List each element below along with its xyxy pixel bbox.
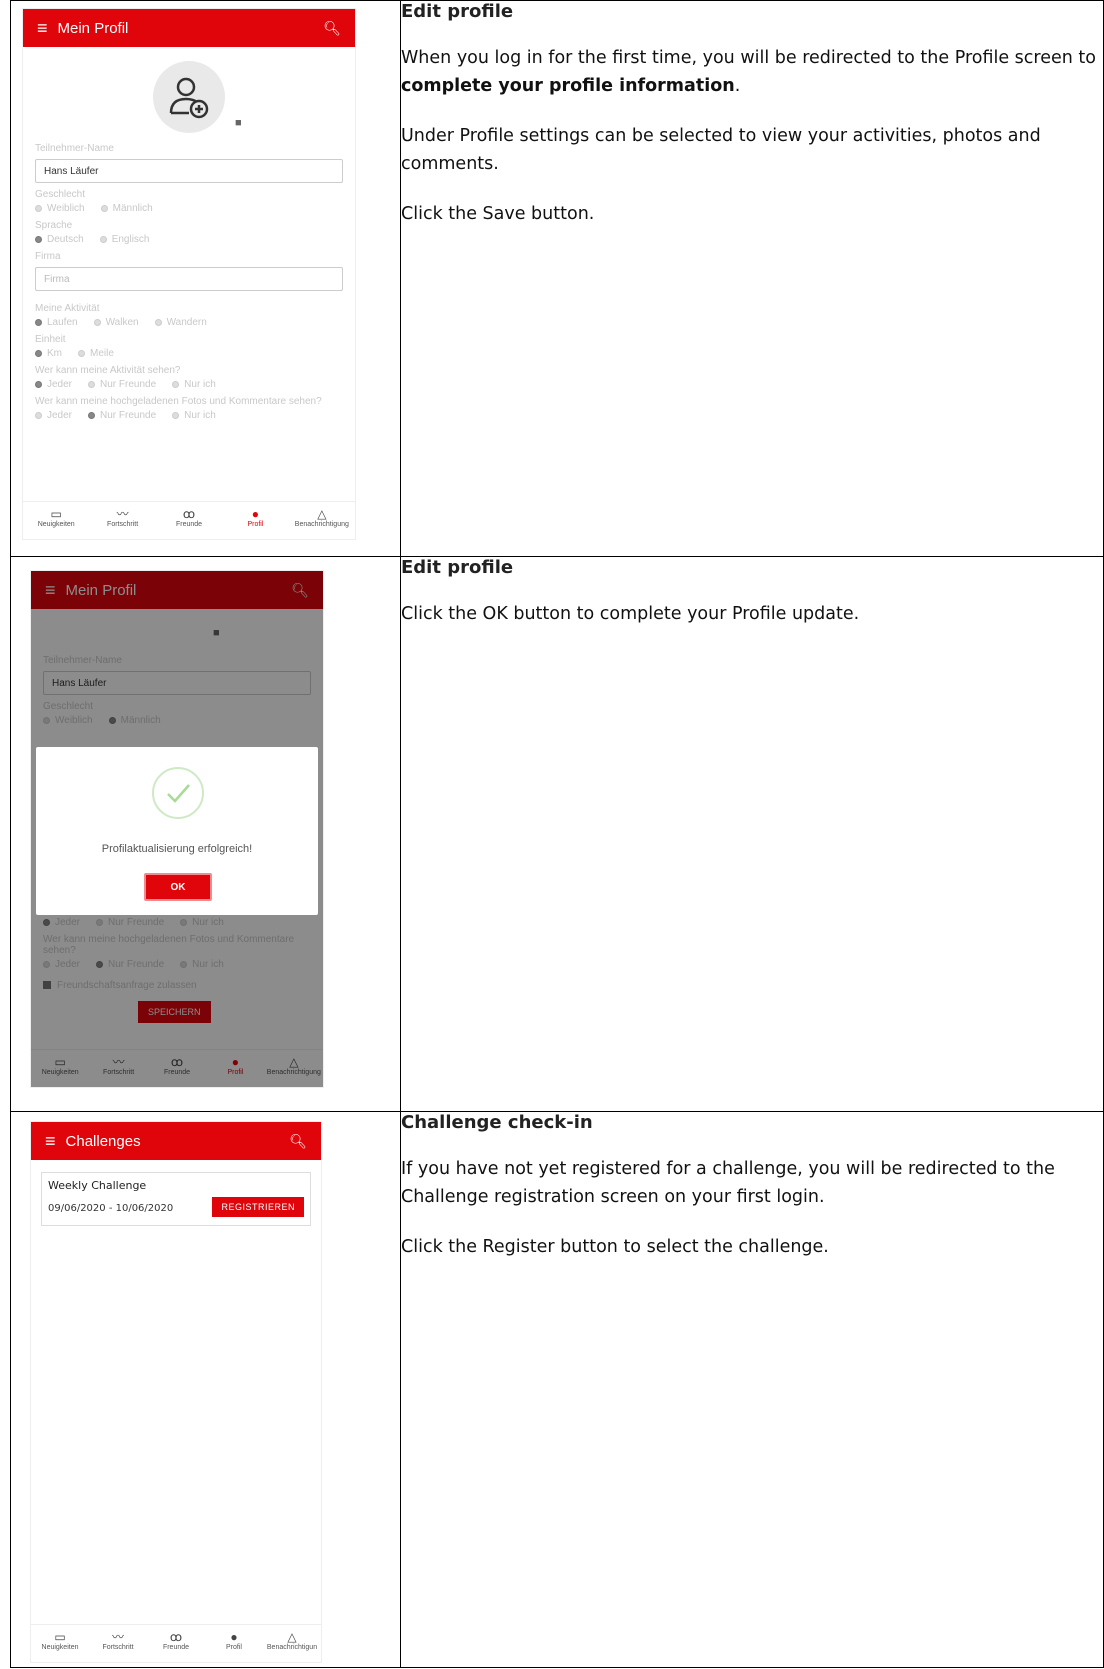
screenshot-cell: ≡ Mein Profil 🔍︎ ■ Teilnehmer-Name Hans … [10, 556, 401, 1112]
check-icon [152, 767, 204, 819]
app-bar: ≡ Mein Profil 🔍︎ [23, 9, 355, 47]
radio-photos-jeder[interactable]: Jeder [35, 410, 72, 421]
description-cell: Edit profile When you log in for the fir… [400, 0, 1104, 557]
radio-weiblich[interactable]: Weiblich [35, 203, 85, 214]
activity-label: Meine Aktivität [35, 303, 100, 314]
company-label: Firma [35, 251, 61, 262]
radio-nur-ich[interactable]: Nur ich [172, 379, 216, 390]
challenge-dates: 09/06/2020 - 10/06/2020 [48, 1203, 174, 1214]
nav-friends[interactable]: ꝏ Freunde [147, 1625, 205, 1662]
step-text: Click the Register button to select the … [401, 1237, 829, 1257]
step-heading: Edit profile [401, 1, 514, 22]
menu-icon[interactable]: ≡ [37, 18, 48, 39]
challenge-card: Weekly Challenge 09/06/2020 - 10/06/2020… [41, 1172, 311, 1226]
avatar-add-icon[interactable] [153, 61, 225, 133]
person-icon: ● [230, 1630, 238, 1644]
bell-icon: △ [317, 507, 327, 521]
step-text: When you log in for the first time, you … [401, 48, 1096, 96]
nav-friends[interactable]: ꝏ Freunde [156, 502, 222, 539]
step-text: Click the OK button to complete your Pro… [401, 604, 860, 624]
description-cell: Challenge check-in If you have not yet r… [400, 1111, 1104, 1668]
radio-deutsch[interactable]: Deutsch [35, 234, 84, 245]
screenshot-cell: ≡ Challenges 🔍︎ Weekly Challenge 09/06/2… [10, 1111, 401, 1668]
phone-screen-profile-success: ≡ Mein Profil 🔍︎ ■ Teilnehmer-Name Hans … [31, 571, 323, 1087]
progress-icon: 〰 [111, 1630, 124, 1644]
photos-visibility-label: Wer kann meine hochgeladenen Fotos und K… [35, 396, 322, 407]
nav-news[interactable]: ▭ Neuigkeiten [23, 502, 89, 539]
visibility-label: Wer kann meine Aktivität sehen? [35, 365, 181, 376]
progress-icon: 〰 [116, 507, 129, 521]
app-title: Mein Profil [57, 19, 129, 37]
success-dialog: Profilaktualisierung erfolgreich! OK [36, 747, 318, 915]
step-heading: Challenge check-in [401, 1112, 593, 1133]
nav-news[interactable]: ▭ Neuigkeiten [31, 1625, 89, 1662]
phone-screen-challenges: ≡ Challenges 🔍︎ Weekly Challenge 09/06/2… [31, 1122, 321, 1662]
app-bar: ≡ Challenges 🔍︎ [31, 1122, 321, 1160]
radio-maennlich[interactable]: Männlich [100, 203, 153, 214]
nav-profile[interactable]: ● Profil [222, 502, 288, 539]
success-message: Profilaktualisierung erfolgreich! [101, 843, 253, 855]
radio-nur-freunde[interactable]: Nur Freunde [88, 379, 156, 390]
person-icon: ● [251, 507, 260, 521]
instruction-table: ≡ Mein Profil 🔍︎ ■ Teilnehmer-Name Hans … [10, 0, 1104, 1668]
news-icon: ▭ [54, 1630, 66, 1644]
ok-button[interactable]: OK [144, 873, 212, 901]
friends-icon: ꝏ [169, 1630, 183, 1644]
search-icon[interactable]: 🔍︎ [289, 1133, 307, 1150]
table-row: ≡ Mein Profil 🔍︎ ■ Teilnehmer-Name Hans … [10, 556, 1104, 1112]
phone-screen-profile: ≡ Mein Profil 🔍︎ ■ Teilnehmer-Name Hans … [23, 9, 355, 539]
radio-km[interactable]: Km [35, 348, 62, 359]
table-row: ≡ Challenges 🔍︎ Weekly Challenge 09/06/2… [10, 1111, 1104, 1668]
news-icon: ▭ [50, 507, 62, 521]
description-cell: Edit profile Click the OK button to comp… [400, 556, 1104, 1112]
company-field[interactable]: Firma [35, 267, 343, 291]
step-text: Under Profile settings can be selected t… [401, 126, 1041, 174]
nav-profile[interactable]: ● Profil [205, 1625, 263, 1662]
friends-icon: ꝏ [182, 507, 196, 521]
table-row: ≡ Mein Profil 🔍︎ ■ Teilnehmer-Name Hans … [10, 0, 1104, 557]
screenshot-cell: ≡ Mein Profil 🔍︎ ■ Teilnehmer-Name Hans … [10, 0, 401, 557]
bottom-nav: ▭ Neuigkeiten 〰 Fortschritt ꝏ Freunde ● Prof… [31, 1624, 321, 1662]
nav-progress[interactable]: 〰 Fortschritt [89, 502, 155, 539]
step-heading: Edit profile [401, 557, 514, 578]
step-text: Click the Save button. [401, 204, 595, 224]
radio-photos-nur-freunde[interactable]: Nur Freunde [88, 410, 156, 421]
radio-wandern[interactable]: Wandern [154, 317, 207, 328]
nav-progress[interactable]: 〰 Fortschritt [89, 1625, 147, 1662]
nav-notifications[interactable]: △ Benachrichtigun [263, 1625, 321, 1662]
radio-englisch[interactable]: Englisch [99, 234, 150, 245]
bell-icon: △ [287, 1630, 297, 1644]
nav-notifications[interactable]: △ Benachrichtigung [289, 502, 355, 539]
language-label: Sprache [35, 220, 73, 231]
bottom-nav: ▭ Neuigkeiten 〰 Fortschritt ꝏ Freunde ● Prof… [23, 501, 355, 539]
radio-laufen[interactable]: Laufen [35, 317, 78, 328]
name-label: Teilnehmer-Name [35, 143, 114, 154]
name-field[interactable]: Hans Läufer [35, 159, 343, 183]
gender-label: Geschlecht [35, 189, 86, 200]
step-text: If you have not yet registered for a cha… [401, 1159, 1055, 1207]
register-button[interactable]: REGISTRIEREN [212, 1197, 304, 1217]
radio-walken[interactable]: Walken [93, 317, 139, 328]
radio-jeder[interactable]: Jeder [35, 379, 72, 390]
challenge-title: Weekly Challenge [48, 1179, 147, 1192]
menu-icon[interactable]: ≡ [45, 1131, 56, 1152]
app-title: Challenges [65, 1132, 141, 1150]
radio-photos-nur-ich[interactable]: Nur ich [172, 410, 216, 421]
radio-meile[interactable]: Meile [78, 348, 114, 359]
gender-radios: Weiblich Männlich [35, 203, 343, 214]
trash-icon[interactable]: ■ [235, 117, 242, 129]
search-icon[interactable]: 🔍︎ [323, 20, 341, 37]
unit-label: Einheit [35, 334, 66, 345]
